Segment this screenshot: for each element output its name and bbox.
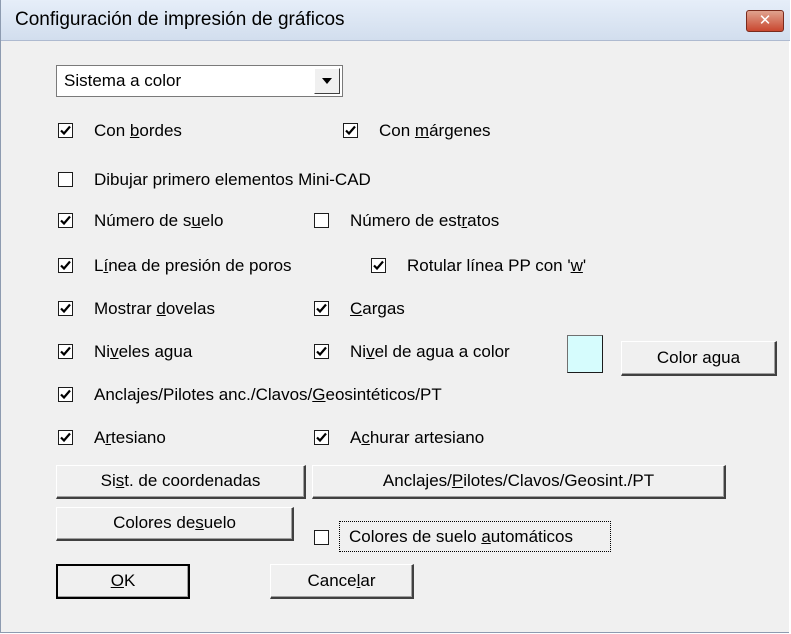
ok-button[interactable]: OK <box>56 564 190 599</box>
checkmark-icon <box>316 303 327 314</box>
color-system-value: Sistema a color <box>64 71 182 90</box>
dibujar-minicad-checkbox[interactable] <box>58 172 73 187</box>
checkmark-icon <box>60 303 71 314</box>
close-button[interactable]: ✕ <box>746 10 784 32</box>
colores-suelo-button[interactable]: Colores de suelo <box>56 507 294 541</box>
print-settings-dialog: Configuración de impresión de gráficos ✕… <box>0 0 790 633</box>
con-bordes-checkbox[interactable] <box>58 123 73 138</box>
colores-suelo-auto-label: Colores de suelo automáticos <box>349 527 573 546</box>
title-bar[interactable]: Configuración de impresión de gráficos ✕ <box>1 0 790 41</box>
con-margenes-checkbox[interactable] <box>343 123 358 138</box>
numero-estratos-label: Número de estratos <box>350 211 500 230</box>
water-color-swatch <box>567 335 603 373</box>
checkmark-icon <box>316 346 327 357</box>
mostrar-dovelas-label: Mostrar dovelas <box>94 299 215 318</box>
cargas-checkbox[interactable] <box>314 301 329 316</box>
dialog-title: Configuración de impresión de gráficos <box>15 9 345 30</box>
numero-estratos-checkbox[interactable] <box>314 213 329 228</box>
rotular-linea-label: Rotular línea PP con 'w' <box>407 256 587 275</box>
checkmark-icon <box>60 260 71 271</box>
con-bordes-label: Con bordes <box>94 121 182 140</box>
checkmark-icon <box>373 260 384 271</box>
nivel-agua-color-checkbox[interactable] <box>314 344 329 359</box>
color-agua-button[interactable]: Color agua <box>621 341 777 376</box>
numero-suelo-label: Número de suelo <box>94 211 224 230</box>
anclajes-label: Anclajes/Pilotes anc./Clavos/Geosintétic… <box>94 385 442 404</box>
linea-presion-checkbox[interactable] <box>58 258 73 273</box>
colores-suelo-auto-checkbox[interactable] <box>314 530 329 545</box>
dibujar-minicad-label: Dibujar primero elementos Mini-CAD <box>94 170 371 189</box>
rotular-linea-checkbox[interactable] <box>371 258 386 273</box>
niveles-agua-checkbox[interactable] <box>58 344 73 359</box>
checkmark-icon <box>60 346 71 357</box>
con-margenes-label: Con márgenes <box>379 121 491 140</box>
checkmark-icon <box>316 432 327 443</box>
linea-presion-label: Línea de presión de poros <box>94 256 292 275</box>
sist-coordenadas-button[interactable]: Sist. de coordenadas <box>56 465 306 499</box>
mostrar-dovelas-checkbox[interactable] <box>58 301 73 316</box>
cargas-label: Cargas <box>350 299 405 318</box>
achurar-artesiano-label: Achurar artesiano <box>350 428 485 447</box>
checkmark-icon <box>345 125 356 136</box>
checkmark-icon <box>60 432 71 443</box>
numero-suelo-checkbox[interactable] <box>58 213 73 228</box>
anclajes-pilotes-button[interactable]: Anclajes/Pilotes/Clavos/Geosint./PT <box>312 465 726 499</box>
niveles-agua-label: Niveles agua <box>94 342 193 361</box>
artesiano-checkbox[interactable] <box>58 430 73 445</box>
checkmark-icon <box>60 389 71 400</box>
checkmark-icon <box>60 125 71 136</box>
artesiano-label: Artesiano <box>94 428 166 447</box>
nivel-agua-color-label: Nivel de agua a color <box>350 342 510 361</box>
close-icon: ✕ <box>758 11 772 29</box>
color-system-select[interactable]: Sistema a color <box>56 65 343 97</box>
chevron-down-icon[interactable] <box>314 68 340 94</box>
anclajes-checkbox[interactable] <box>58 387 73 402</box>
checkmark-icon <box>60 215 71 226</box>
achurar-artesiano-checkbox[interactable] <box>314 430 329 445</box>
cancelar-button[interactable]: Cancelar <box>270 564 414 599</box>
